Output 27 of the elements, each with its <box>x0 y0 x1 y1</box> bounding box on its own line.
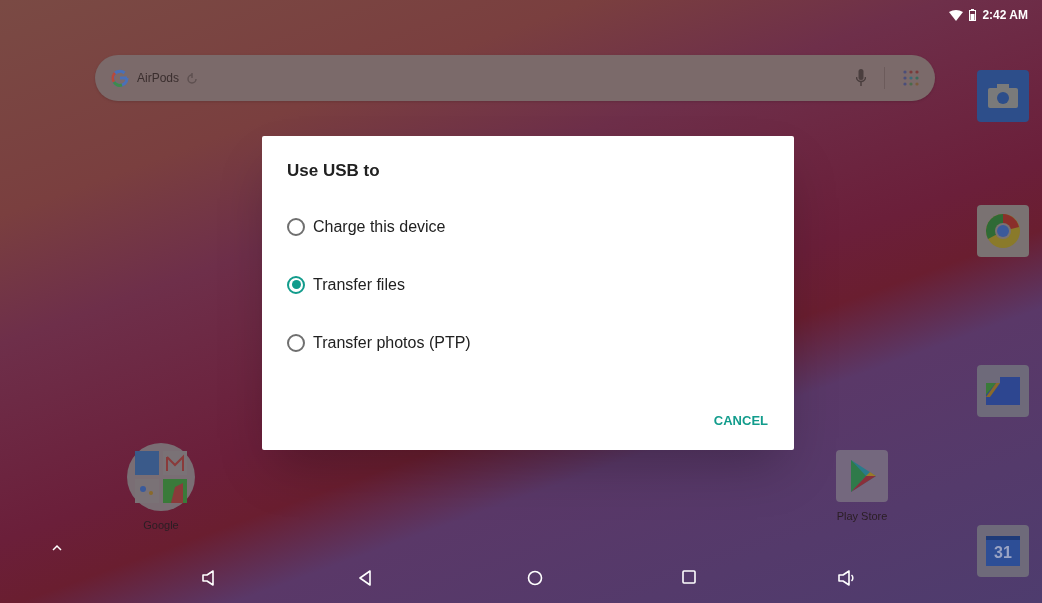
search-bar[interactable]: AirPods <box>95 55 935 101</box>
app-label: Play Store <box>836 509 888 524</box>
google-logo-icon <box>111 69 129 87</box>
app-grid-icon <box>903 70 919 86</box>
cancel-button[interactable]: CANCEL <box>711 406 770 434</box>
volume-up-icon[interactable] <box>838 570 856 586</box>
recents-icon[interactable] <box>682 570 696 584</box>
clock-time: 2:42 AM <box>982 7 1028 24</box>
app-label: Google <box>143 518 179 533</box>
calendar-app-icon[interactable]: 31 <box>977 525 1029 577</box>
caret-up-icon[interactable] <box>52 544 62 551</box>
microphone-icon <box>856 69 866 87</box>
dialog-title: Use USB to <box>287 160 381 182</box>
calendar-date: 31 <box>986 536 1020 566</box>
battery-icon <box>969 9 977 21</box>
radio-button[interactable] <box>287 333 305 352</box>
radio-button[interactable] <box>287 275 305 294</box>
option-label: Transfer photos (PTP) <box>313 332 471 353</box>
wifi-icon <box>949 9 964 21</box>
option-label: Transfer files <box>313 274 405 295</box>
radio-button[interactable] <box>287 217 305 236</box>
back-icon[interactable] <box>358 570 372 586</box>
volume-down-icon[interactable] <box>202 570 216 586</box>
folder-icon[interactable] <box>127 443 195 511</box>
option-label: Charge this device <box>313 216 446 237</box>
search-hint: AirPods <box>137 70 180 87</box>
home-icon[interactable] <box>527 570 543 586</box>
